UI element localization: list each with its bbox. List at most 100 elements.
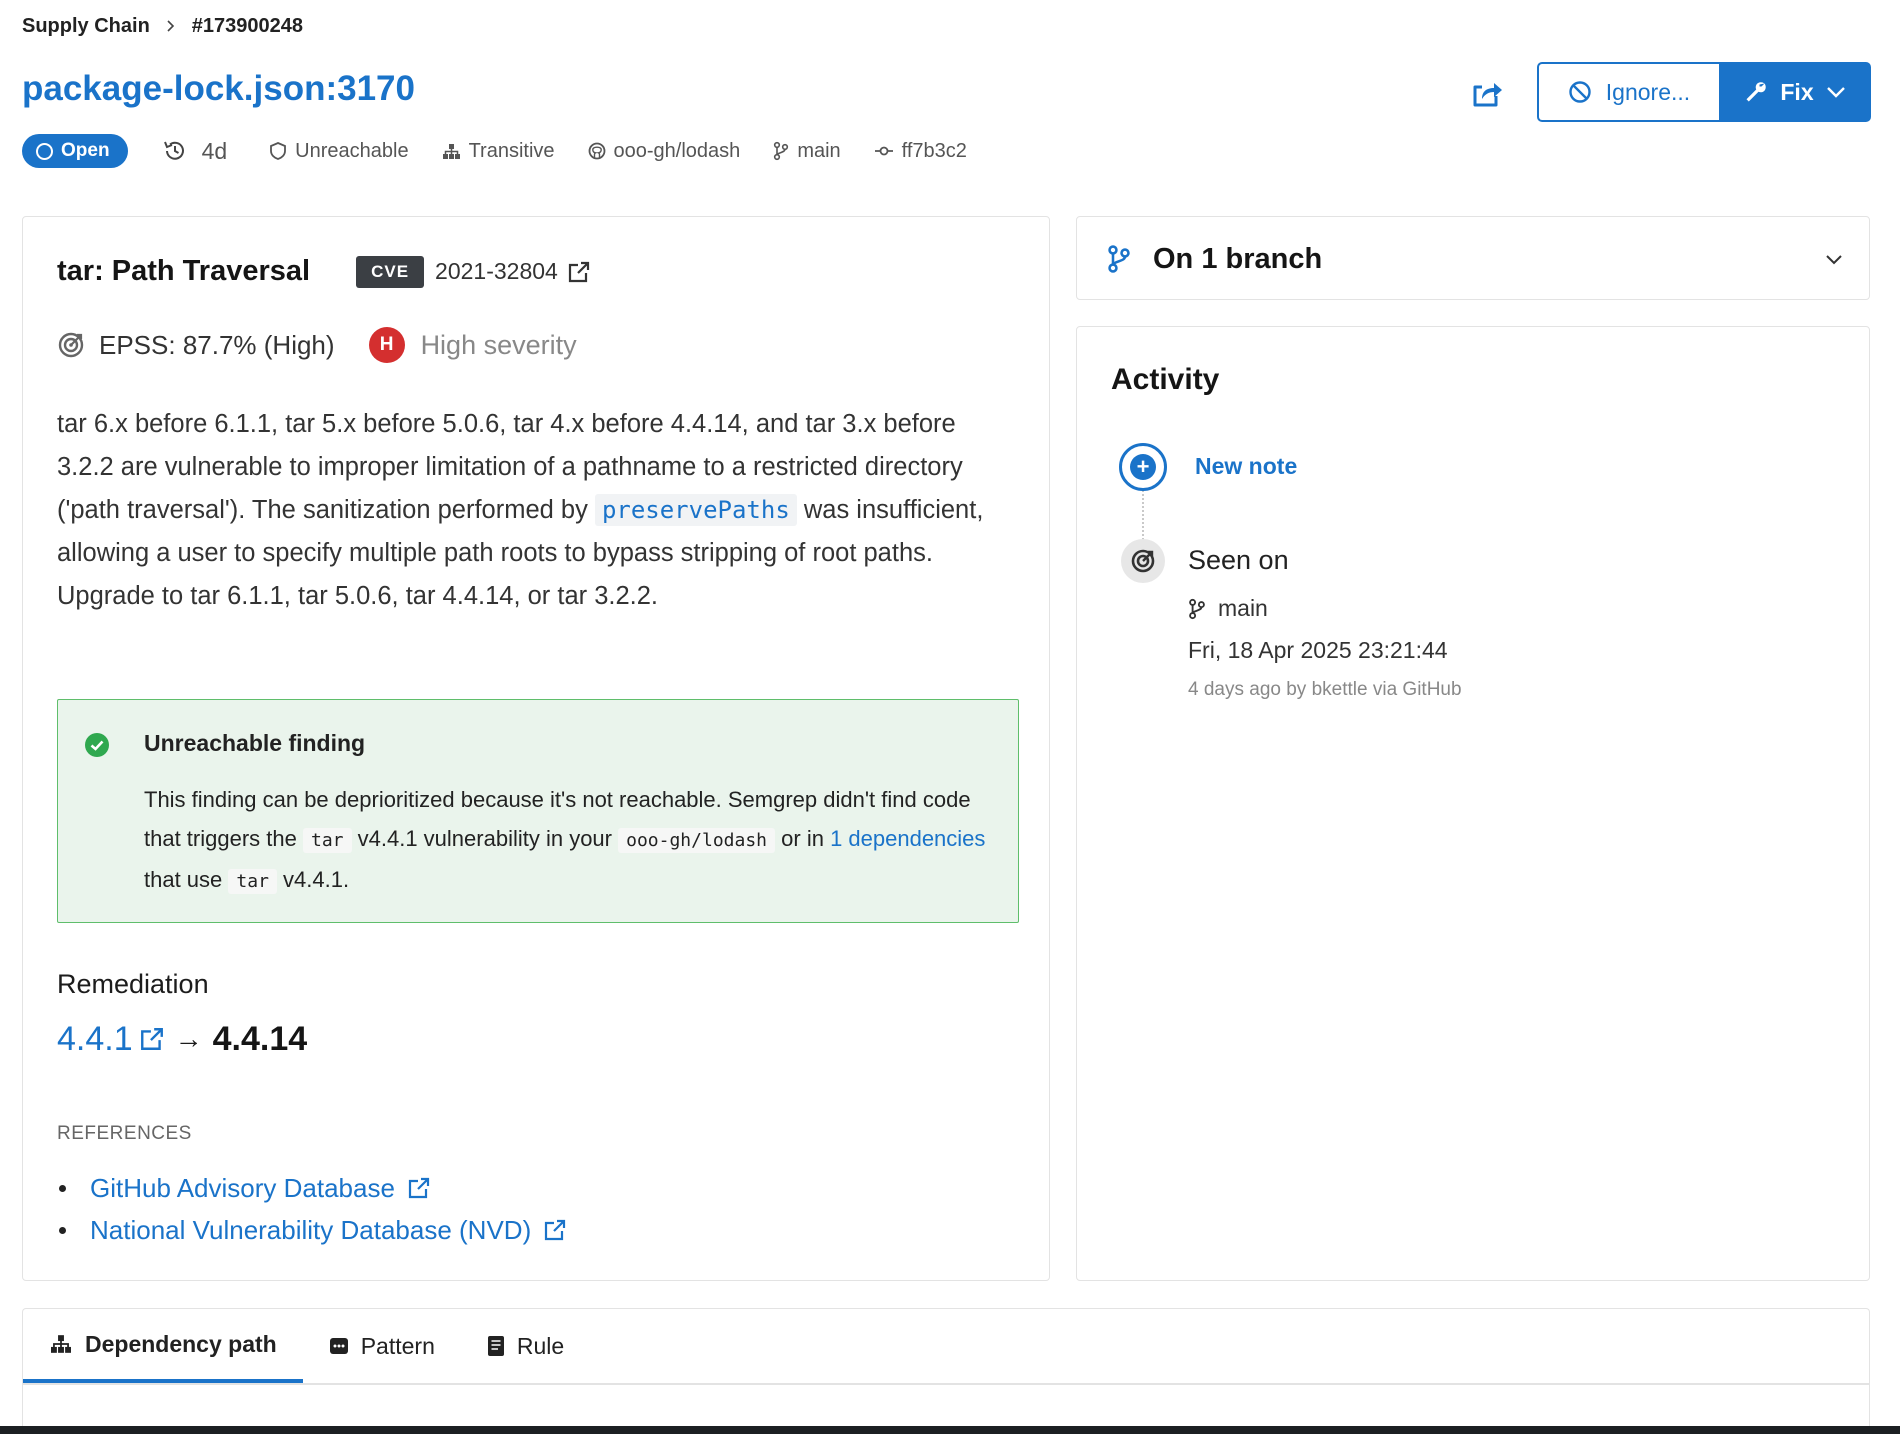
status-badge-label: Open (61, 140, 110, 161)
arrow-right-icon: → (174, 1023, 203, 1054)
reach-package: tar (303, 828, 352, 853)
finding-title: tar: Path Traversal (57, 255, 311, 287)
fix-button[interactable]: Fix (1719, 62, 1871, 122)
reachability-label: Unreachable (295, 139, 409, 162)
fixed-version: 4.4.14 (212, 1019, 308, 1058)
breadcrumb-supply-chain-link[interactable]: Supply Chain (22, 15, 150, 38)
share-icon (1473, 83, 1502, 107)
seen-branch: main (1188, 595, 1268, 622)
check-circle-icon (85, 733, 109, 757)
description-code: preservePaths (594, 494, 797, 526)
breadcrumb-finding-id: #173900248 (191, 14, 304, 37)
history-icon (163, 141, 184, 160)
finding-age-value: 4d (201, 137, 228, 164)
reachability-callout-body: This finding can be deprioritized becaus… (144, 780, 994, 901)
references-list: GitHub Advisory Database National Vulner… (57, 1167, 567, 1251)
references-heading: REFERENCES (57, 1123, 192, 1144)
current-version-link[interactable]: 4.4.1 (57, 1020, 133, 1059)
finding-meta-row: Open 4d Unreachable Transitive ooo-gh/lo… (22, 134, 1000, 168)
branches-accordion[interactable]: On 1 branch (1076, 216, 1870, 300)
detail-tabs: Dependency path Pattern Rule (23, 1309, 590, 1383)
git-branch-icon (1189, 598, 1205, 619)
commit-tag[interactable]: ff7b3c2 (874, 140, 967, 163)
external-link-icon (408, 1177, 430, 1199)
rule-doc-icon (487, 1336, 504, 1356)
severity-label: High severity (420, 329, 577, 360)
target-icon (58, 332, 84, 358)
reach-text-3: or in (781, 826, 824, 851)
bullet (59, 1184, 66, 1192)
github-icon (588, 142, 605, 160)
nvd-link[interactable]: National Vulnerability Database (NVD) (90, 1215, 567, 1246)
cve-id-link[interactable]: 2021-32804 (435, 258, 558, 285)
open-circle-icon (36, 142, 53, 160)
git-branch-icon (1108, 245, 1130, 273)
activity-title: Activity (1111, 363, 1220, 396)
window-bottom-edge (0, 1426, 1900, 1434)
finding-details-card: tar: Path Traversal CVE 2021-32804 EPSS:… (22, 216, 1050, 1281)
reach-text-5: v4.4.1. (283, 867, 350, 892)
breadcrumb: Supply Chain #173900248 (22, 14, 303, 38)
new-note-button[interactable]: New note (1195, 453, 1297, 480)
ignore-button[interactable]: Ignore... (1537, 62, 1719, 122)
reference-label: National Vulnerability Database (NVD) (90, 1214, 532, 1245)
page-title[interactable]: package-lock.json:3170 (22, 66, 415, 112)
tab-label: Pattern (360, 1332, 435, 1359)
external-link-icon[interactable] (567, 260, 591, 284)
activity-card: Activity + New note Seen on main Fri, 18… (1076, 326, 1870, 1281)
branch-tag: main (773, 139, 841, 163)
external-link-icon[interactable] (139, 1026, 165, 1052)
seen-on-label: Seen on (1188, 545, 1289, 575)
branches-title: On 1 branch (1153, 242, 1323, 275)
pattern-icon (329, 1338, 348, 1354)
reachability-callout-title: Unreachable finding (144, 730, 366, 756)
tab-rule[interactable]: Rule (461, 1309, 590, 1383)
chevron-down-icon (1826, 255, 1842, 265)
share-button[interactable] (1468, 74, 1508, 114)
detail-tabs-card: Dependency path Pattern Rule (22, 1308, 1870, 1434)
add-note-icon[interactable]: + (1119, 443, 1167, 491)
epss-score: EPSS: 87.7% (High) (99, 329, 335, 360)
reachability-tag: Unreachable (269, 139, 409, 163)
git-commit-icon (874, 146, 893, 156)
tab-pattern[interactable]: Pattern (303, 1309, 461, 1383)
commit-label: ff7b3c2 (901, 139, 967, 162)
reference-label: GitHub Advisory Database (90, 1172, 395, 1203)
finding-heading: tar: Path Traversal CVE 2021-32804 (57, 255, 591, 288)
tab-label: Rule (516, 1332, 565, 1359)
repository-label: ooo-gh/lodash (613, 139, 741, 162)
reach-repo: ooo-gh/lodash (618, 828, 776, 853)
tabs-divider (23, 1383, 1869, 1385)
chevron-right-icon (167, 20, 174, 32)
github-advisory-link[interactable]: GitHub Advisory Database (90, 1173, 431, 1204)
seen-branch-label: main (1218, 595, 1268, 621)
ban-icon (1569, 81, 1591, 103)
reach-text-2: v4.4.1 vulnerability in your (357, 826, 612, 851)
sitemap-icon (442, 143, 460, 159)
ignore-button-label: Ignore... (1605, 78, 1691, 105)
finding-age: 4d (162, 137, 228, 165)
dependency-type-tag: Transitive (442, 140, 555, 163)
fix-button-label: Fix (1780, 78, 1814, 105)
cve-tag: CVE (356, 255, 425, 288)
reachability-callout: Unreachable finding This finding can be … (57, 699, 1019, 923)
external-link-icon (545, 1219, 566, 1241)
branches-accordion-header[interactable]: On 1 branch (1107, 217, 1843, 301)
seen-attribution: 4 days ago by bkettle via GitHub (1188, 679, 1462, 700)
bullet (59, 1226, 66, 1234)
target-icon (1121, 539, 1165, 583)
list-item: GitHub Advisory Database (57, 1167, 567, 1209)
tab-dependency-path[interactable]: Dependency path (23, 1309, 303, 1383)
dependencies-link[interactable]: 1 dependencies (830, 826, 985, 851)
remediation-heading: Remediation (57, 969, 209, 999)
remediation-versions: 4.4.1 → 4.4.14 (57, 1015, 307, 1063)
tab-label: Dependency path (85, 1330, 277, 1357)
status-badge: Open (22, 134, 128, 168)
branch-label: main (797, 139, 841, 162)
severity-high-icon: H (368, 327, 405, 363)
list-item: National Vulnerability Database (NVD) (57, 1209, 567, 1251)
chevron-down-icon (1826, 87, 1845, 98)
repository-tag[interactable]: ooo-gh/lodash (588, 139, 741, 163)
seen-timestamp: Fri, 18 Apr 2025 23:21:44 (1188, 637, 1448, 663)
git-branch-icon (774, 141, 789, 161)
